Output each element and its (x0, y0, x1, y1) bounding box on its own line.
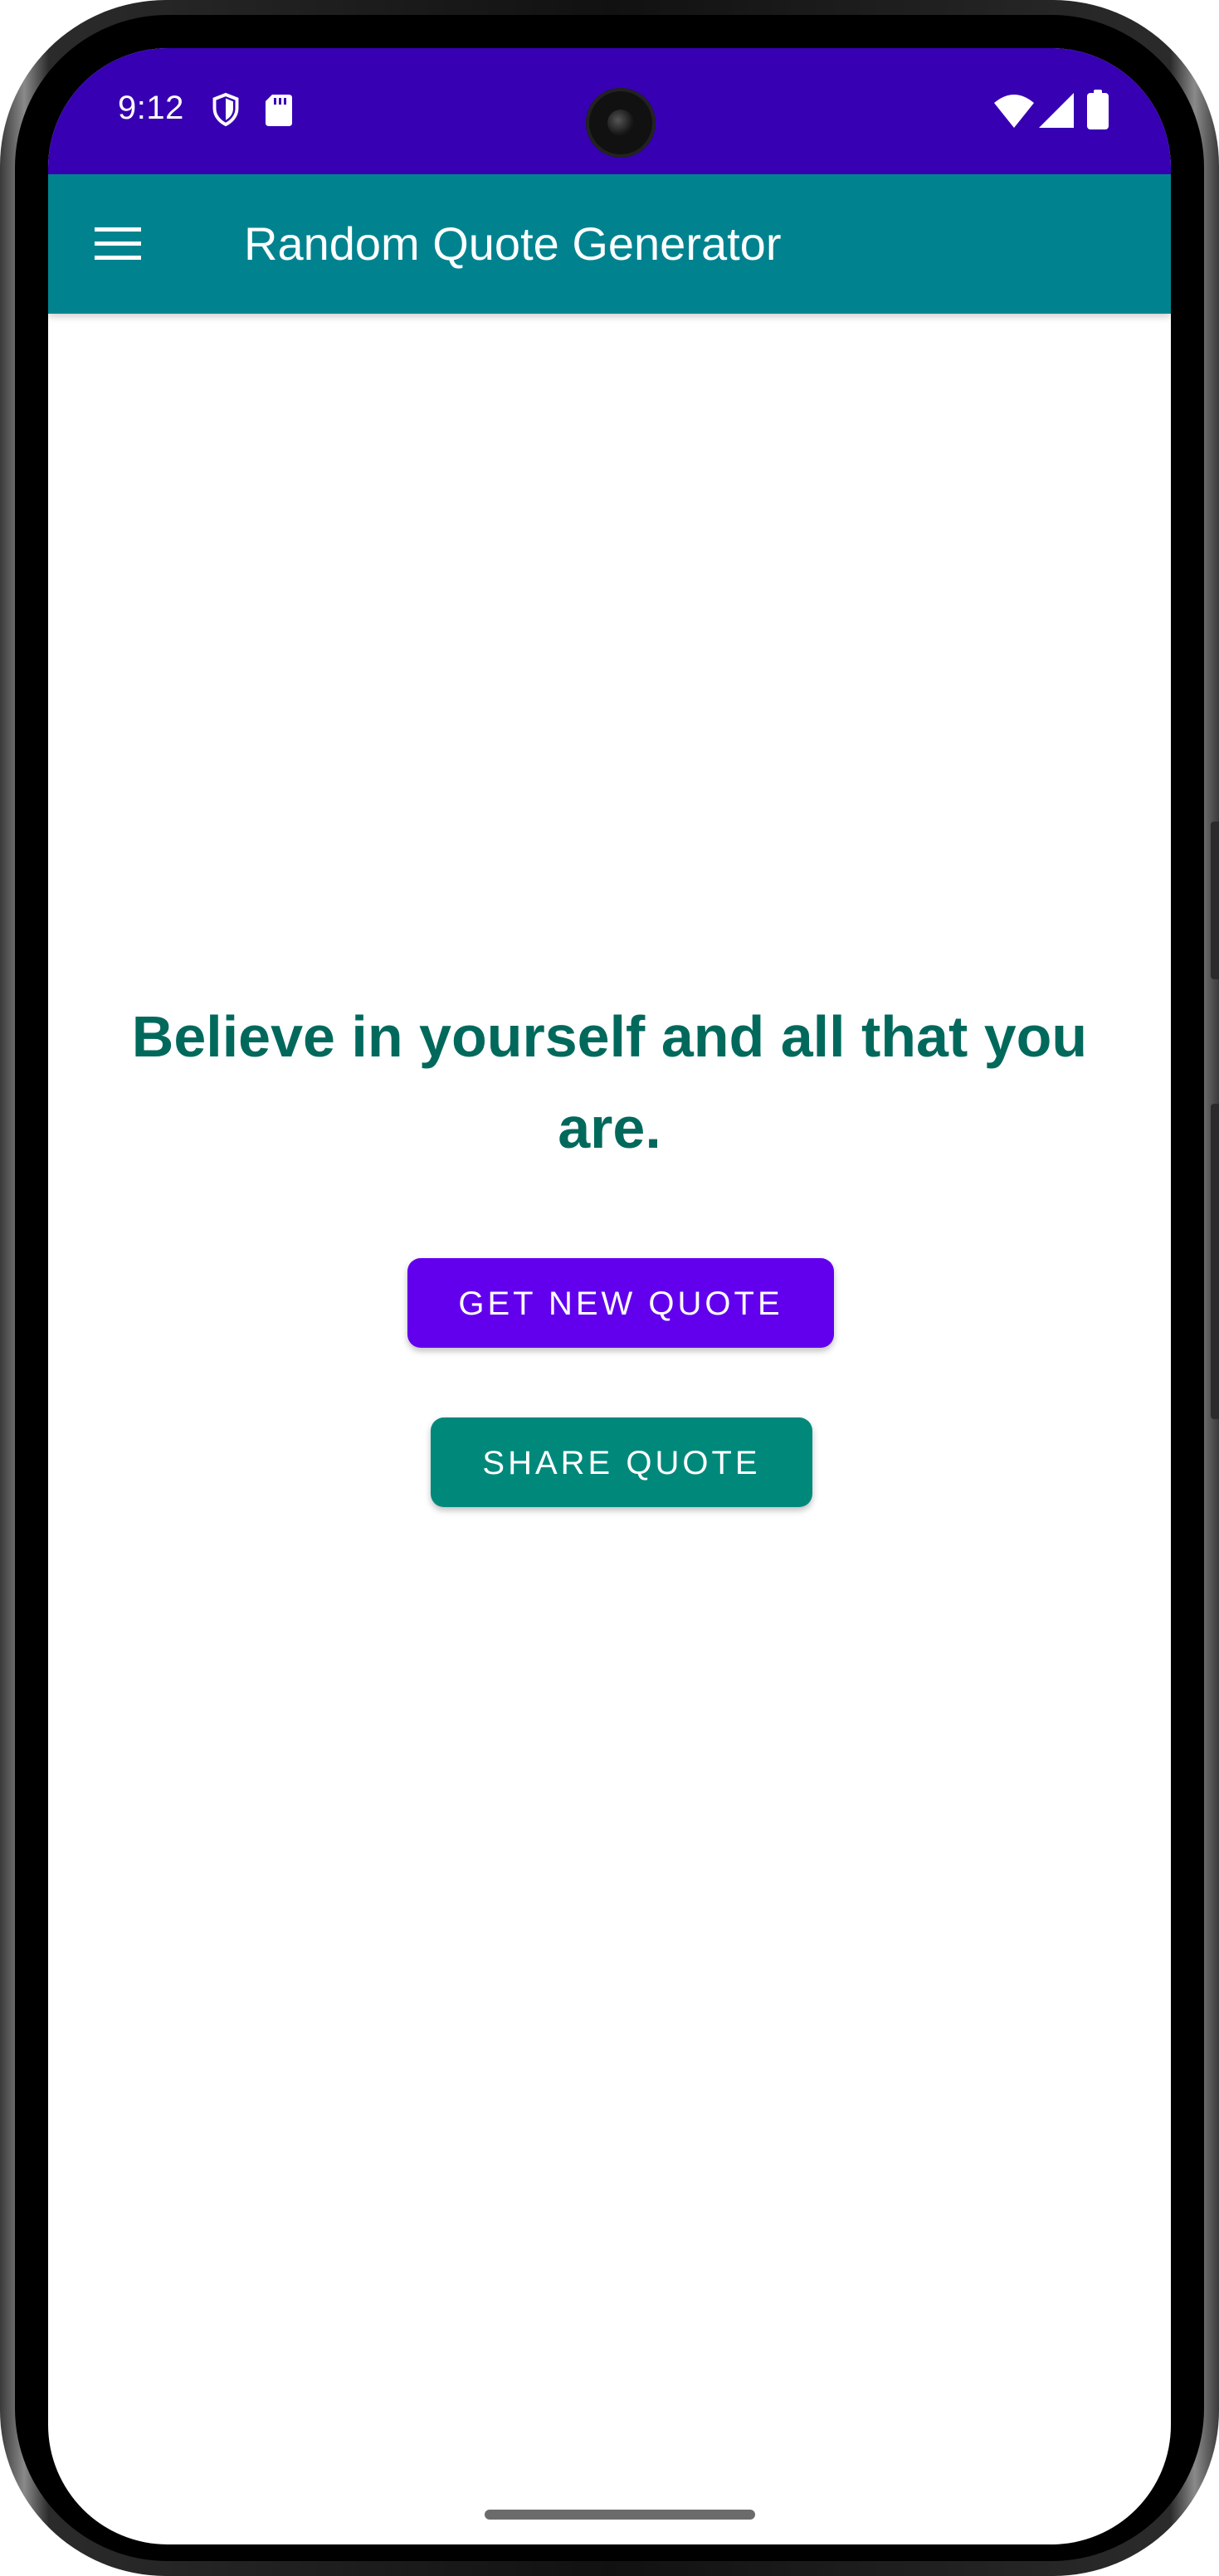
signal-icon (1039, 93, 1074, 128)
phone-frame: 9:12 Random Quote Generator Believe in y… (0, 0, 1219, 2576)
power-button (1211, 1104, 1219, 1419)
wifi-icon (994, 95, 1034, 128)
app-screen: 9:12 Random Quote Generator Believe in y… (48, 48, 1171, 2544)
home-indicator[interactable] (485, 2510, 755, 2520)
front-camera (586, 88, 656, 158)
volume-button (1211, 822, 1219, 979)
hamburger-menu-icon[interactable] (91, 217, 144, 271)
app-title: Random Quote Generator (244, 217, 782, 270)
sd-card-icon (266, 95, 292, 126)
status-bar: 9:12 (48, 48, 1171, 174)
shield-icon (212, 92, 239, 127)
quote-text: Believe in yourself and all that you are… (131, 1004, 1088, 1160)
battery-icon (1087, 90, 1109, 129)
get-new-quote-button[interactable]: GET NEW QUOTE (407, 1258, 834, 1348)
share-quote-button[interactable]: SHARE QUOTE (431, 1417, 812, 1507)
status-time: 9:12 (118, 90, 184, 126)
app-bar: Random Quote Generator (48, 174, 1171, 314)
phone-bezel: 9:12 Random Quote Generator Believe in y… (15, 15, 1204, 2561)
